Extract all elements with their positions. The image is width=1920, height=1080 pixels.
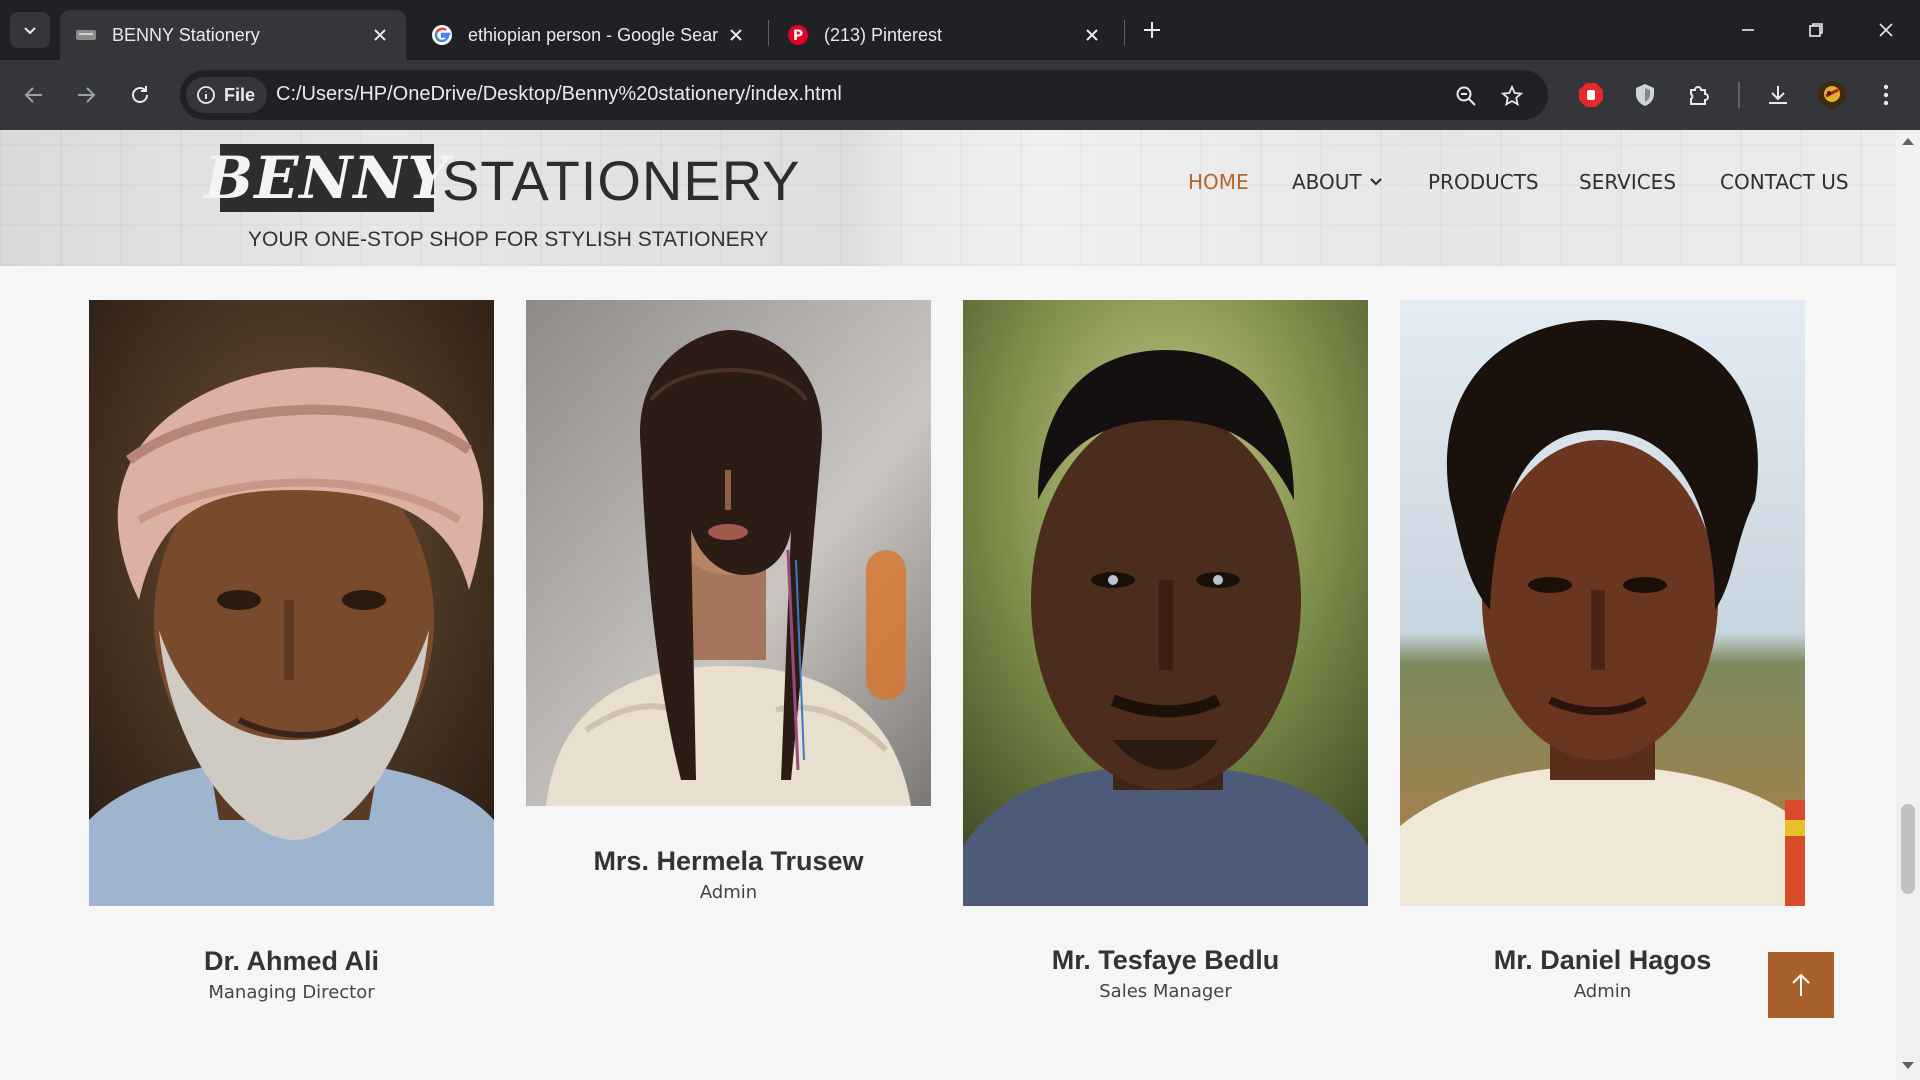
scroll-up-arrow[interactable] — [1902, 138, 1914, 145]
adblock-extension-button[interactable] — [1573, 77, 1609, 113]
team-member-photo — [89, 300, 494, 906]
tab-search-button[interactable] — [10, 12, 50, 48]
shield-extension-button[interactable] — [1627, 77, 1663, 113]
chevron-down-icon — [24, 27, 36, 35]
logo-mark: BENNY — [204, 144, 449, 212]
back-to-top-button[interactable] — [1768, 952, 1834, 1018]
pinterest-icon: P — [786, 23, 810, 47]
logo-box-text: BENNY — [204, 144, 450, 212]
downloads-button[interactable] — [1760, 77, 1796, 113]
back-button[interactable] — [14, 75, 54, 115]
minimize-button[interactable] — [1724, 10, 1772, 50]
close-tab-icon[interactable] — [1078, 21, 1106, 49]
nav-about-label: ABOUT — [1292, 170, 1362, 194]
download-icon — [1769, 86, 1787, 104]
tab-title: (213) Pinterest — [824, 24, 943, 45]
reload-icon — [132, 86, 148, 103]
tab-strip: BENNY Stationery ethiopian person - Goog… — [0, 0, 1920, 60]
page-viewport: BENNY STATIONERY YOUR ONE-STOP SHOP FOR … — [0, 130, 1920, 1080]
chevron-down-icon — [1369, 178, 1382, 186]
browser-toolbar: File C:/Users/HP/OneDrive/Desktop/Benny%… — [0, 60, 1920, 130]
team-member-role: Sales Manager — [1099, 981, 1232, 1002]
avatar — [1818, 81, 1846, 109]
team-member-name: Mr. Tesfaye Bedlu — [1051, 945, 1280, 975]
file-chip-label: File — [224, 84, 256, 105]
tab-separator — [1124, 20, 1125, 46]
nav-home-label: HOME — [1188, 170, 1249, 194]
browser-menu-button[interactable] — [1868, 77, 1904, 113]
nav-products-label: PRODUCTS — [1428, 170, 1539, 194]
tab-google-search[interactable]: ethiopian person - Google Sear — [416, 10, 762, 60]
shield-icon — [1636, 84, 1654, 106]
zoom-icon — [1456, 86, 1476, 106]
plus-icon — [1144, 22, 1160, 38]
svg-text:P: P — [793, 28, 803, 44]
team-member-name: Mr. Daniel Hagos — [1493, 945, 1712, 975]
site-info-chip[interactable]: File — [186, 77, 268, 113]
minimize-icon — [1742, 29, 1754, 31]
nav-contact-us[interactable]: CONTACT US — [1720, 170, 1849, 194]
nav-products[interactable]: PRODUCTS — [1428, 170, 1539, 194]
team-member-photo — [963, 300, 1368, 906]
puzzle-icon — [1690, 86, 1709, 105]
team-member-role: Admin — [699, 882, 758, 903]
site-logo[interactable]: BENNY STATIONERY YOUR ONE-STOP SHOP FOR … — [204, 142, 800, 252]
tab-title: ethiopian person - Google Sear — [468, 24, 719, 45]
restore-icon — [1809, 23, 1823, 37]
extensions-button[interactable] — [1681, 77, 1717, 113]
scroll-down-arrow[interactable] — [1902, 1062, 1914, 1069]
tab-title: BENNY Stationery — [112, 24, 260, 45]
team-member-photo — [526, 300, 931, 806]
url-text[interactable]: C:/Users/HP/OneDrive/Desktop/Benny%20sta… — [276, 83, 842, 106]
info-icon — [197, 86, 215, 104]
stop-hand-icon — [1579, 83, 1603, 107]
nav-services[interactable]: SERVICES — [1579, 170, 1676, 194]
site-favicon — [74, 23, 98, 47]
tab-separator — [768, 20, 769, 46]
google-icon — [430, 23, 454, 47]
tab-pinterest[interactable]: P (213) Pinterest — [772, 10, 1118, 60]
new-tab-button[interactable] — [1136, 14, 1168, 46]
nav-contact-label: CONTACT US — [1720, 170, 1849, 194]
team-member-role: Admin — [1573, 981, 1632, 1002]
reload-button[interactable] — [120, 75, 160, 115]
logo-wordmark: STATIONERY — [442, 149, 801, 212]
team-member-role: Managing Director — [208, 982, 375, 1003]
nav-services-label: SERVICES — [1579, 170, 1677, 194]
profile-button[interactable] — [1814, 77, 1850, 113]
address-bar[interactable]: File C:/Users/HP/OneDrive/Desktop/Benny%… — [180, 70, 1548, 120]
team-member-name: Mrs. Hermela Trusew — [593, 846, 864, 876]
nav-home[interactable]: HOME — [1188, 170, 1249, 194]
restore-button[interactable] — [1792, 10, 1840, 50]
close-tab-icon[interactable] — [722, 21, 750, 49]
team-member-name: Dr. Ahmed Ali — [203, 946, 380, 976]
tab-benny-stationery[interactable]: BENNY Stationery — [60, 10, 406, 60]
arrow-up-icon — [1792, 973, 1810, 996]
logo-tagline: YOUR ONE-STOP SHOP FOR STYLISH STATIONER… — [248, 228, 769, 251]
close-tab-icon[interactable] — [366, 21, 394, 49]
nav-about[interactable]: ABOUT — [1292, 170, 1382, 194]
arrow-left-icon — [24, 87, 42, 103]
toolbar-divider — [1738, 82, 1740, 108]
close-window-button[interactable] — [1862, 10, 1910, 50]
zoom-button[interactable] — [1450, 80, 1482, 112]
page-scrollbar[interactable] — [1896, 130, 1920, 1080]
forward-button[interactable] — [66, 75, 106, 115]
star-icon — [1501, 85, 1523, 107]
more-vertical-icon — [1883, 84, 1889, 106]
bookmark-button[interactable] — [1496, 80, 1528, 112]
arrow-right-icon — [78, 87, 96, 103]
close-icon — [1879, 23, 1893, 37]
team-member-photo — [1400, 300, 1805, 906]
scrollbar-thumb[interactable] — [1901, 804, 1915, 894]
site-header: BENNY STATIONERY YOUR ONE-STOP SHOP FOR … — [0, 130, 1896, 266]
